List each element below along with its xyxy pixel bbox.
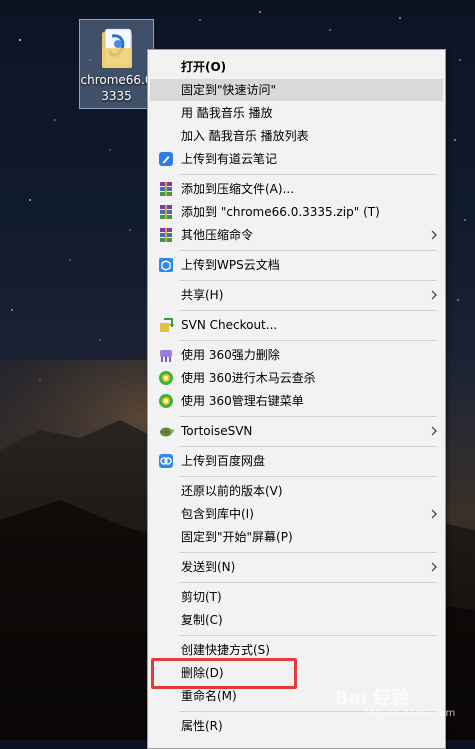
menu-separator (179, 310, 437, 311)
tortoise-icon (160, 427, 174, 437)
menu-item-copy[interactable]: 复制(C) (150, 609, 443, 631)
chevron-right-icon (431, 562, 437, 572)
menu-item-send-to[interactable]: 发送到(N) (150, 556, 443, 578)
menu-separator (179, 476, 437, 477)
menu-item-restore-versions[interactable]: 还原以前的版本(V) (150, 480, 443, 502)
menu-item-share[interactable]: 共享(H) (150, 284, 443, 306)
menu-item-cut[interactable]: 剪切(T) (150, 586, 443, 608)
baidu-netdisk-icon (159, 454, 173, 468)
chevron-right-icon (431, 426, 437, 436)
menu-separator (179, 250, 437, 251)
360-security-icon (159, 371, 173, 385)
menu-item-svn-checkout[interactable]: SVN Checkout... (150, 314, 443, 336)
winrar-icon (160, 205, 172, 219)
youdao-note-icon (159, 152, 173, 166)
menu-separator (179, 552, 437, 553)
baidu-jingyan-watermark: Bai 经验 jingyan.baidu.com (335, 684, 475, 728)
menu-separator (179, 582, 437, 583)
menu-item-kuwo-play[interactable]: 用 酷我音乐 播放 (150, 102, 443, 124)
menu-separator (179, 340, 437, 341)
delete-highlight-annotation (151, 658, 297, 689)
menu-item-add-to-zip[interactable]: 添加到 "chrome66.0.3335.zip" (T) (150, 201, 443, 223)
chevron-right-icon (431, 230, 437, 240)
menu-separator (179, 174, 437, 175)
menu-item-pin-quick-access[interactable]: 固定到"快速访问" (150, 79, 443, 101)
menu-separator (179, 635, 437, 636)
menu-item-tortoisesvn[interactable]: TortoiseSVN (150, 420, 443, 442)
menu-item-add-archive[interactable]: 添加到压缩文件(A)... (150, 178, 443, 200)
winrar-icon (160, 182, 172, 196)
menu-item-pin-start[interactable]: 固定到"开始"屏幕(P) (150, 526, 443, 548)
watermark-url: jingyan.baidu.com (363, 708, 456, 719)
watermark-text: Bai 经验 (335, 688, 410, 709)
menu-item-open[interactable]: 打开(O) (150, 56, 443, 78)
menu-separator (179, 416, 437, 417)
menu-separator (179, 446, 437, 447)
desktop-file-icon[interactable]: chrome66.0 3335 (79, 19, 154, 109)
chevron-right-icon (431, 290, 437, 300)
chevron-right-icon (431, 509, 437, 519)
menu-item-360-force-delete[interactable]: 使用 360强力删除 (150, 344, 443, 366)
menu-item-include-library[interactable]: 包含到库中(I) (150, 503, 443, 525)
menu-item-360-manage-menu[interactable]: 使用 360管理右键菜单 (150, 390, 443, 412)
menu-item-wps-upload[interactable]: 上传到WPS云文档 (150, 254, 443, 276)
menu-item-kuwo-playlist[interactable]: 加入 酷我音乐 播放列表 (150, 125, 443, 147)
menu-separator (179, 280, 437, 281)
svn-checkout-icon (160, 318, 174, 332)
desktop-file-label: chrome66.0 3335 (80, 73, 153, 103)
menu-item-other-compress[interactable]: 其他压缩命令 (150, 224, 443, 246)
360-security-icon (159, 394, 173, 408)
wps-cloud-icon (159, 258, 173, 272)
menu-item-360-trojan-scan[interactable]: 使用 360进行木马云查杀 (150, 367, 443, 389)
context-menu: 打开(O) 固定到"快速访问" 用 酷我音乐 播放 加入 酷我音乐 播放列表 上… (147, 49, 446, 749)
winrar-icon (160, 228, 172, 242)
360-shredder-icon (160, 350, 172, 362)
menu-item-youdao-upload[interactable]: 上传到有道云笔记 (150, 148, 443, 170)
folder-icon (102, 28, 132, 68)
menu-item-baidu-upload[interactable]: 上传到百度网盘 (150, 450, 443, 472)
